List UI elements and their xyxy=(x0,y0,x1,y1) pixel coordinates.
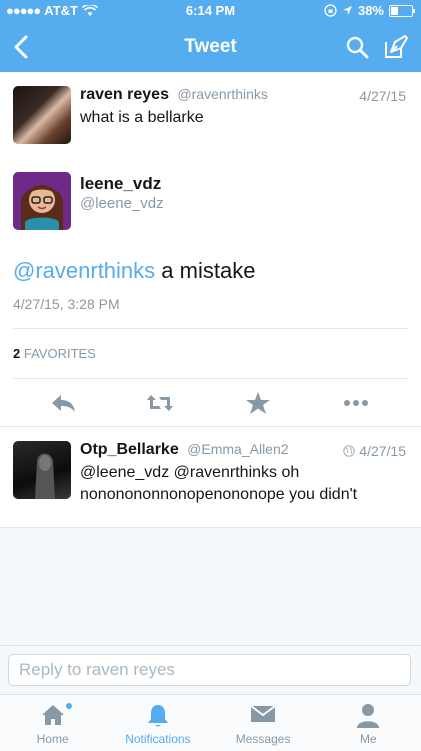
author-handle: @leene_vdz xyxy=(80,195,164,212)
tab-me-label: Me xyxy=(360,732,377,746)
globe-icon xyxy=(343,445,356,457)
avatar-photo xyxy=(35,453,55,499)
divider xyxy=(13,328,408,329)
battery-fill xyxy=(391,6,398,15)
favorite-icon[interactable] xyxy=(244,391,272,415)
author-name[interactable]: Otp_Bellarke xyxy=(80,441,179,458)
reply-tweet[interactable]: Otp_Bellarke @Emma_Allen2 4/27/15 @leene… xyxy=(0,427,421,528)
mention-link[interactable]: @ravenrthinks xyxy=(13,258,155,283)
rotation-lock-icon xyxy=(324,4,337,17)
avatar-illustration xyxy=(21,185,63,230)
status-right: 38% xyxy=(324,3,415,18)
main-tweet: leene_vdz @leene_vdz @ravenrthinks a mis… xyxy=(0,158,421,427)
avatar[interactable] xyxy=(13,86,71,144)
tab-bar: Home Notifications Messages Me xyxy=(0,694,421,751)
new-content-dot xyxy=(66,703,72,709)
tweet-date: 4/27/15 xyxy=(359,443,406,459)
tab-notifications-label: Notifications xyxy=(125,732,191,746)
tab-home-label: Home xyxy=(36,732,69,746)
battery-icon xyxy=(389,4,415,17)
tab-home[interactable]: Home xyxy=(0,695,105,751)
author-handle: @ravenrthinks xyxy=(177,86,268,102)
avatar[interactable] xyxy=(13,172,71,230)
battery-percent: 38% xyxy=(357,3,384,18)
tweet-actions xyxy=(0,388,421,418)
tweet-date-group: 4/27/15 xyxy=(343,443,406,459)
divider xyxy=(13,378,408,379)
location-icon xyxy=(342,6,352,15)
more-icon[interactable] xyxy=(342,391,370,415)
status-bar: ●●●●● AT&T 6:14 PM 38% xyxy=(0,0,421,22)
tab-messages-label: Messages xyxy=(235,732,291,746)
search-icon[interactable] xyxy=(345,35,369,59)
tweet-date: 4/27/15 xyxy=(359,88,406,104)
favorites-summary[interactable]: 2 FAVORITES xyxy=(13,346,96,361)
replied-tweet[interactable]: raven reyes @ravenrthinks 4/27/15 what i… xyxy=(0,72,421,159)
bell-icon xyxy=(147,705,168,727)
home-icon xyxy=(41,705,64,725)
author-name[interactable]: leene_vdz xyxy=(80,174,161,194)
envelope-icon xyxy=(250,705,276,722)
favorites-label: FAVORITES xyxy=(23,346,96,361)
reply-bar xyxy=(0,645,421,694)
author-name[interactable]: raven reyes xyxy=(80,86,169,103)
person-icon xyxy=(357,704,380,728)
tab-notifications[interactable]: Notifications xyxy=(105,695,210,751)
reply-input[interactable] xyxy=(8,654,411,686)
avatar[interactable] xyxy=(13,441,71,499)
tweet-timestamp: 4/27/15, 3:28 PM xyxy=(13,296,120,312)
tweet-text: @ravenrthinks a mistake xyxy=(13,258,255,284)
reply-icon[interactable] xyxy=(50,391,78,415)
author-line: raven reyes @ravenrthinks xyxy=(80,86,268,104)
tab-messages[interactable]: Messages xyxy=(211,695,316,751)
nav-bar: Tweet xyxy=(0,22,421,72)
tweet-text: what is a bellarke xyxy=(80,109,204,126)
tweet-body: a mistake xyxy=(155,258,256,283)
compose-icon[interactable] xyxy=(383,34,409,60)
author-line: Otp_Bellarke @Emma_Allen2 xyxy=(80,441,289,459)
tweet-text: @leene_vdz @ravenrthinks oh nononononnon… xyxy=(80,464,358,503)
tab-me[interactable]: Me xyxy=(316,695,421,751)
retweet-icon[interactable] xyxy=(146,391,174,415)
author-handle: @Emma_Allen2 xyxy=(187,441,289,457)
favorites-count: 2 xyxy=(13,346,21,361)
